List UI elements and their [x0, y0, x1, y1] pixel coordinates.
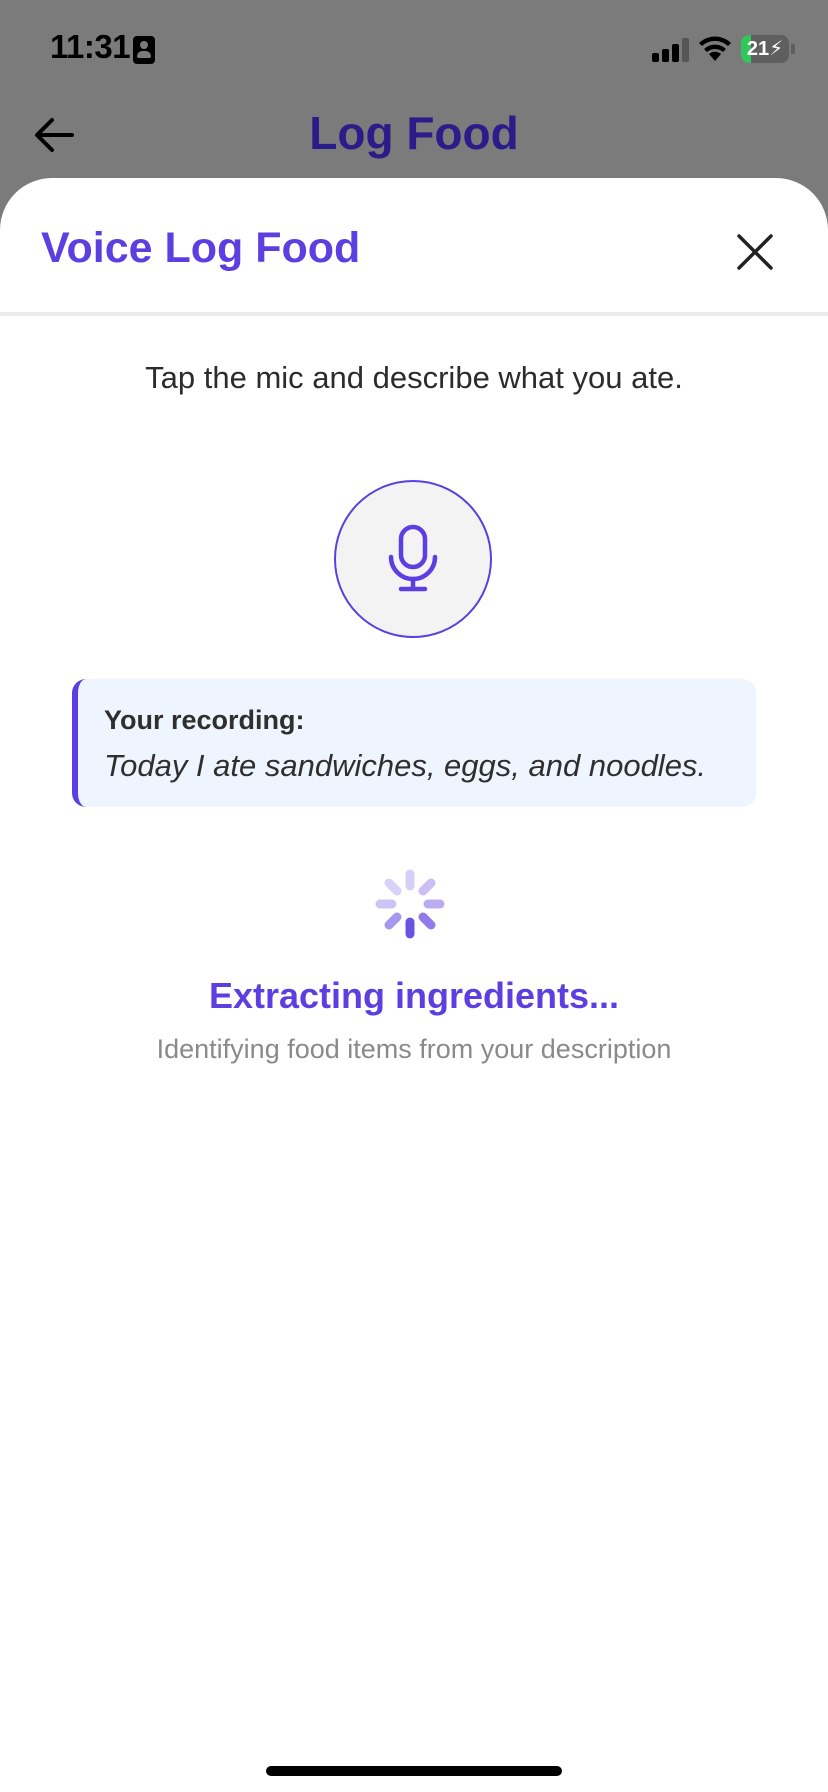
status-bar: 11:31 21⚡	[0, 0, 828, 100]
background-page-title: Log Food	[309, 107, 519, 159]
microphone-icon	[388, 524, 438, 592]
close-icon	[737, 234, 773, 270]
recording-card: Your recording: Today I ate sandwiches, …	[72, 679, 756, 807]
battery-charging-icon: 21⚡	[741, 35, 789, 63]
sheet-title: Voice Log Food	[41, 224, 361, 272]
instruction-text: Tap the mic and describe what you ate.	[145, 360, 683, 395]
recording-label: Your recording:	[104, 705, 305, 735]
recording-transcript: Today I ate sandwiches, eggs, and noodle…	[104, 748, 707, 783]
wifi-icon	[699, 36, 731, 61]
status-title: Extracting ingredients...	[208, 975, 620, 1016]
mic-button[interactable]	[334, 480, 492, 638]
sheet-header: Voice Log Food	[0, 178, 828, 316]
status-time: 11:31	[50, 28, 131, 65]
status-subtitle: Identifying food items from your descrip…	[156, 1034, 672, 1064]
close-button[interactable]	[733, 230, 777, 274]
battery-level: 21⚡	[746, 38, 784, 60]
battery-cap	[791, 44, 795, 54]
id-card-icon	[133, 36, 155, 64]
loading-spinner-icon	[375, 869, 445, 939]
signal-icon	[652, 38, 690, 62]
home-indicator	[266, 1766, 562, 1776]
voice-log-sheet: Voice Log Food Tap the mic and describe …	[0, 178, 828, 1792]
